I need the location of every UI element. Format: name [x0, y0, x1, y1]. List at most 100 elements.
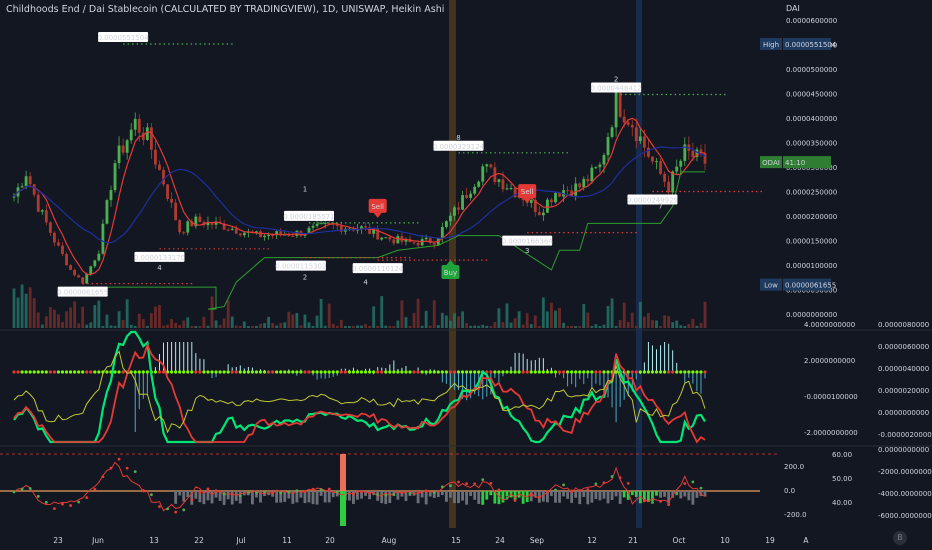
price-candle	[20, 186, 24, 188]
price-candle	[675, 166, 679, 172]
zero-line-dot	[416, 370, 420, 374]
chart-canvas[interactable]: 0.00006000000.00005500000.00005000000.00…	[0, 0, 932, 550]
zero-line-dot	[529, 370, 533, 374]
volume-bar	[251, 325, 254, 328]
volume-bar	[311, 325, 315, 328]
volume-osc-bar	[444, 491, 448, 502]
zero-line-dot	[594, 370, 598, 374]
volume-bar	[578, 325, 582, 328]
zero-line-dot	[246, 370, 250, 374]
price-candle	[537, 212, 541, 216]
volume-bar	[113, 325, 117, 328]
volume-bar	[162, 325, 165, 328]
volume-bar	[85, 324, 89, 328]
volume-bar	[12, 288, 16, 328]
oscillator-right-tick: 0.0000060000	[878, 343, 929, 351]
volume-bar	[77, 323, 81, 328]
x-axis-tick: 10	[720, 536, 730, 545]
zero-line-dot	[456, 370, 461, 374]
price-candle	[424, 237, 428, 240]
volume-bar	[255, 325, 258, 328]
volume-bar	[529, 324, 533, 328]
rsi-dot	[416, 491, 420, 494]
chart-title: Childhoods End / Dai Stablecoin (CALCULA…	[6, 4, 445, 15]
price-candle	[529, 199, 533, 203]
zero-line-dot	[121, 370, 125, 374]
price-axis-tick: 0.0000400000	[786, 115, 837, 123]
wave-label: 3	[525, 247, 529, 255]
volume-bar	[412, 312, 416, 328]
zero-line-dot	[662, 370, 667, 374]
zero-line-dot	[153, 370, 158, 374]
rsi-dot	[465, 482, 468, 486]
volume-osc-bar	[505, 491, 509, 497]
rsi-dot	[699, 486, 703, 490]
low-tag-label: Low	[764, 282, 778, 290]
volume-bar	[424, 310, 428, 328]
rsi-dot	[667, 503, 671, 507]
price-candle	[93, 260, 97, 267]
volume-bar	[65, 311, 68, 328]
volume-bar	[465, 322, 468, 328]
settings-watermark-icon[interactable]: B	[893, 531, 907, 545]
rsi-dot	[263, 490, 266, 494]
current-price-value: 41:10	[785, 159, 805, 167]
price-candle	[182, 232, 186, 234]
price-candle	[137, 118, 141, 133]
wave-label: 8	[456, 134, 460, 142]
price-axis-tick: 0.0000350000	[786, 140, 837, 148]
high-tag-label: High	[763, 41, 779, 49]
zero-line-dot	[606, 370, 610, 374]
sell-signal-label: Sell	[521, 188, 534, 196]
price-candle	[166, 184, 169, 199]
rsi-dot	[440, 485, 444, 489]
price-candle	[647, 147, 650, 157]
rsi-dot	[594, 482, 598, 486]
price-candle	[432, 242, 436, 245]
volume-bar	[186, 317, 190, 328]
zero-line-dot	[646, 370, 651, 374]
rsi-dot	[311, 487, 315, 491]
price-candle	[109, 190, 113, 201]
volume-bar	[428, 325, 432, 328]
volume-bar	[610, 298, 614, 328]
rsi-dot	[529, 493, 533, 497]
x-axis-tick: 21	[628, 536, 638, 545]
price-candle	[392, 239, 396, 244]
zero-line-dot	[331, 370, 335, 374]
x-axis-tick: 23	[53, 536, 63, 545]
volume-bar	[457, 316, 460, 328]
volume-bar	[380, 296, 384, 328]
zero-line-dot	[420, 370, 424, 374]
rsi-dot	[61, 502, 64, 506]
spike-bar-lower	[340, 491, 346, 526]
volume-bar	[275, 325, 279, 328]
rsi-dot	[93, 487, 97, 491]
zero-line-dot	[501, 370, 505, 374]
volume-bar	[675, 320, 679, 328]
volume-bar	[24, 293, 28, 328]
price-candle	[590, 167, 594, 182]
zero-line-dot	[695, 370, 699, 374]
rsi-dot	[473, 482, 477, 486]
rsi-dot	[642, 499, 646, 503]
highlight-band	[636, 0, 642, 528]
low-value: 0.0000061655	[785, 282, 836, 290]
volume-bar	[554, 310, 557, 328]
volume-osc-bar	[614, 491, 618, 497]
volume-bar	[287, 311, 291, 328]
price-candle	[178, 220, 182, 233]
zero-line-dot	[214, 370, 218, 374]
volume-bar	[335, 325, 339, 328]
volume-bar	[105, 314, 109, 328]
zero-line-dot	[64, 370, 69, 374]
price-candle	[101, 223, 105, 254]
zero-line-dot	[561, 370, 566, 374]
price-candle	[505, 188, 509, 190]
volume-bar	[372, 306, 376, 328]
zero-line-dot	[452, 370, 457, 374]
price-candle	[566, 190, 570, 192]
volume-osc-bar	[602, 491, 606, 499]
price-candle	[469, 193, 473, 198]
volume-osc-bar	[347, 491, 351, 501]
